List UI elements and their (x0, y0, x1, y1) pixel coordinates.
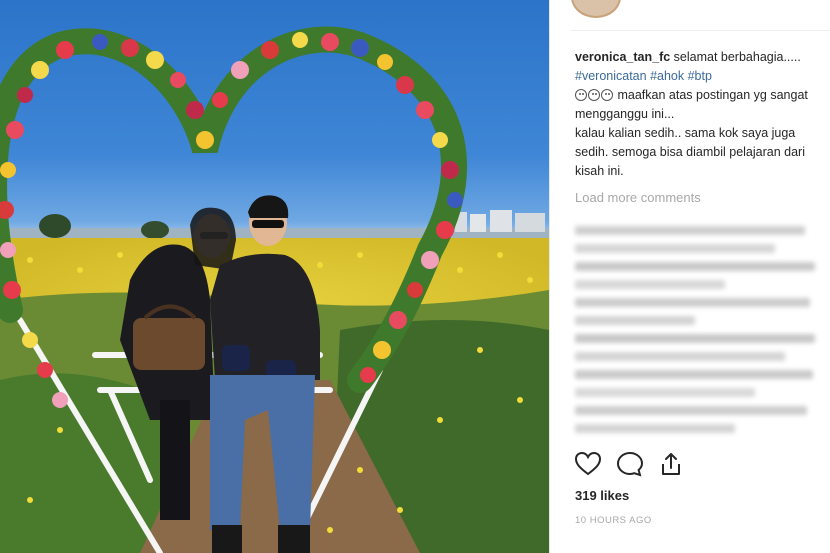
caption-line: maafkan atas postingan yg sangat (617, 88, 808, 102)
blurred-comments (575, 222, 820, 440)
post-caption: veronica_tan_fc selamat berbahagia..... … (575, 48, 830, 181)
smiley-emoji-icon (588, 89, 600, 102)
avatar[interactable] (571, 0, 621, 18)
heart-icon[interactable] (574, 451, 602, 482)
load-more-comments-link[interactable]: Load more comments (575, 190, 701, 205)
smiley-emoji-icon (575, 89, 587, 102)
smiley-emoji-icon (601, 89, 613, 102)
caption-line: mengganggu ini... (575, 107, 675, 122)
emoji-group (575, 86, 614, 105)
post-details-pane: veronica_tan_fc selamat berbahagia..... … (549, 0, 830, 553)
likes-count[interactable]: 319 likes (575, 488, 629, 503)
caption-line: kisah ini. (575, 164, 624, 179)
comment-bubble-icon[interactable] (616, 451, 644, 482)
hashtag-veronicatan[interactable]: #veronicatan (575, 69, 647, 83)
caption-line: sedih. semoga bisa diambil pelajaran dar… (575, 145, 805, 160)
post-timestamp[interactable]: 10 HOURS AGO (575, 515, 652, 526)
hashtag-btp[interactable]: #btp (688, 69, 712, 83)
caption-line: kalau kalian sedih.. sama kok saya juga (575, 126, 796, 141)
hashtag-ahok[interactable]: #ahok (650, 69, 684, 83)
pane-divider (549, 0, 550, 553)
photo-illustration (0, 26, 549, 553)
share-upload-icon[interactable] (658, 451, 684, 482)
post-photo[interactable] (0, 0, 549, 553)
caption-intro: selamat berbahagia..... (670, 50, 801, 64)
header-divider (571, 30, 830, 31)
caption-username[interactable]: veronica_tan_fc (575, 50, 670, 64)
